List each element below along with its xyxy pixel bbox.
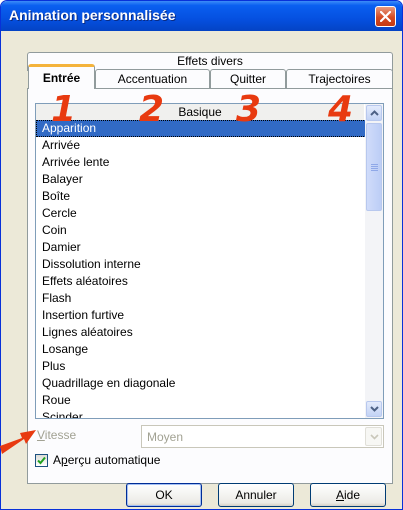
- list-item[interactable]: Roue: [36, 392, 366, 409]
- list-item[interactable]: Lignes aléatoires: [36, 324, 366, 341]
- list-item[interactable]: Coin: [36, 222, 366, 239]
- title-bar[interactable]: Animation personnalisée: [1, 1, 402, 31]
- speed-label: Vitesse: [37, 428, 76, 442]
- scroll-up-button[interactable]: [366, 105, 382, 121]
- grip-line: [371, 164, 378, 165]
- help-mnemonic: A: [335, 488, 344, 502]
- list-item[interactable]: Insertion furtive: [36, 307, 366, 324]
- effects-listbox[interactable]: Basique Apparition Arrivée Arrivée lente Ba…: [35, 103, 384, 419]
- chevron-up-icon: [370, 110, 379, 116]
- list-item[interactable]: Arrivée: [36, 137, 366, 154]
- help-rest: ide: [344, 488, 361, 502]
- list-item[interactable]: Damier: [36, 239, 366, 256]
- arrow-pointer-icon: [0, 430, 36, 454]
- list-item[interactable]: Cercle: [36, 205, 366, 222]
- list-item[interactable]: Scinder: [36, 409, 366, 418]
- list-item[interactable]: Plus: [36, 358, 366, 375]
- ok-button[interactable]: OK: [126, 483, 202, 507]
- help-button[interactable]: Aide: [310, 483, 386, 507]
- grip-line: [371, 168, 378, 169]
- chevron-down-icon: [370, 434, 379, 440]
- list-item[interactable]: Losange: [36, 341, 366, 358]
- auto-preview-label: Aperçu automatique: [53, 453, 161, 467]
- tab-accentuation[interactable]: Accentuation: [95, 69, 210, 88]
- speed-select[interactable]: Moyen: [141, 425, 384, 448]
- speed-value: Moyen: [147, 430, 184, 444]
- list-item[interactable]: Boîte: [36, 188, 366, 205]
- window-title: Animation personnalisée: [9, 7, 176, 23]
- scroll-thumb[interactable]: [366, 123, 382, 211]
- scroll-down-button[interactable]: [366, 401, 382, 417]
- list-item[interactable]: Flash: [36, 290, 366, 307]
- list-group-header: Basique: [36, 104, 364, 120]
- list-item[interactable]: Apparition: [36, 120, 366, 137]
- list-item[interactable]: Balayer: [36, 171, 366, 188]
- tab-trajectoires[interactable]: Trajectoires: [286, 69, 393, 88]
- vertical-scrollbar[interactable]: [365, 104, 383, 418]
- chevron-down-icon: [370, 406, 379, 412]
- close-button[interactable]: [375, 6, 396, 27]
- cancel-button[interactable]: Annuler: [218, 483, 294, 507]
- list-item[interactable]: Arrivée lente: [36, 154, 366, 171]
- speed-dropdown-button[interactable]: [365, 427, 382, 446]
- tab-entree[interactable]: Entrée: [28, 64, 95, 89]
- list-item[interactable]: Dissolution interne: [36, 256, 366, 273]
- list-item[interactable]: Quadrillage en diagonale: [36, 375, 366, 392]
- tab-quitter[interactable]: Quitter: [210, 69, 286, 88]
- effects-list[interactable]: Apparition Arrivée Arrivée lente Balayer Boî…: [36, 120, 366, 418]
- annotation-number-4: 4: [328, 89, 354, 130]
- annotation-number-1: 1: [51, 89, 77, 130]
- list-item[interactable]: Effets aléatoires: [36, 273, 366, 290]
- grip-line: [371, 170, 378, 171]
- grip-line: [371, 166, 378, 167]
- annotation-number-3: 3: [236, 89, 262, 130]
- speed-label-rest: itesse: [44, 428, 77, 442]
- close-icon: [380, 11, 391, 22]
- annotation-number-2: 2: [139, 89, 165, 130]
